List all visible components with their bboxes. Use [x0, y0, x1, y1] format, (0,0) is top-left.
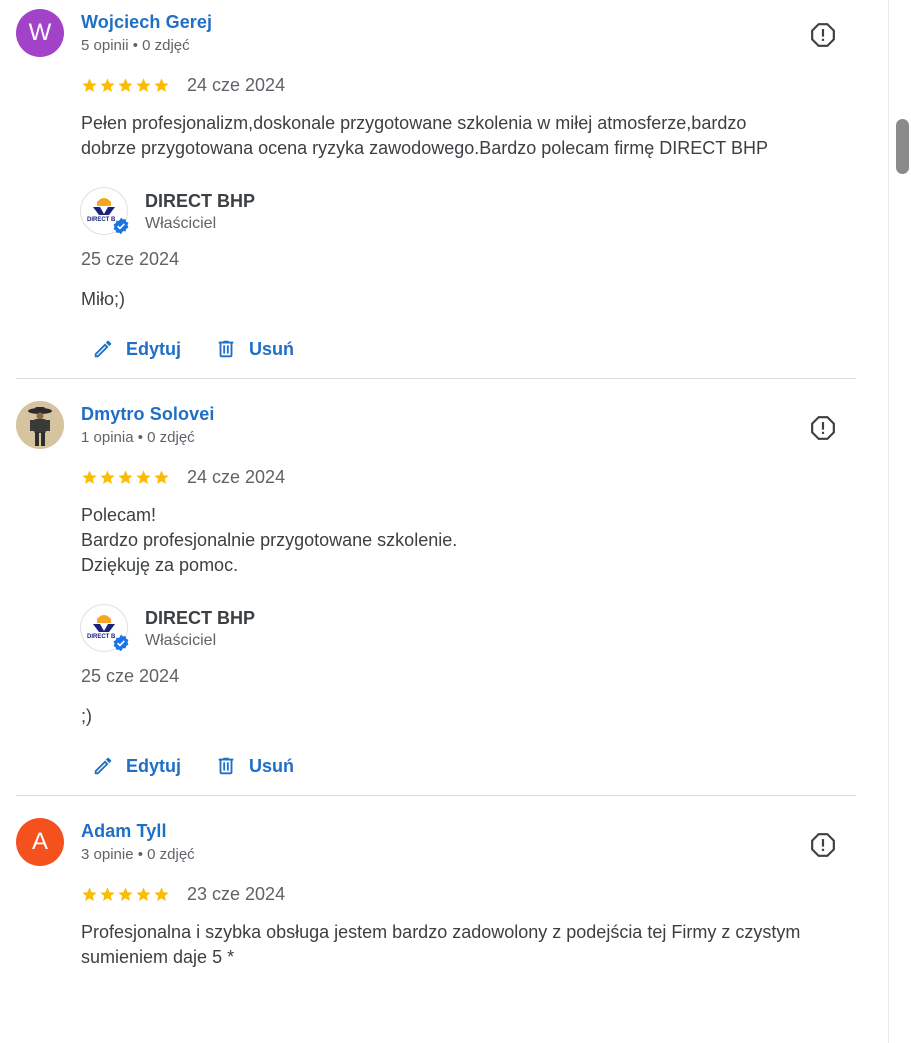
star-rating	[81, 77, 170, 94]
review-date: 24 cze 2024	[187, 74, 286, 95]
review-text-line: Dziękuję za pomoc.	[81, 555, 239, 575]
report-icon[interactable]	[810, 415, 836, 441]
reviewer-info: Adam Tyll 3 opinie • 0 zdjęć	[81, 820, 195, 864]
reviewer-meta: 1 opinia • 0 zdjęć	[81, 429, 195, 446]
verified-badge-icon	[113, 634, 129, 652]
trash-icon	[218, 757, 234, 775]
review-card: A Adam Tyll 3 opinie • 0 zdjęć 23 cze 20…	[16, 796, 856, 986]
star-icon	[154, 77, 169, 92]
review-header: A Adam Tyll 3 opinie • 0 zdjęć	[16, 818, 856, 868]
star-icon	[118, 469, 133, 484]
star-icon	[154, 886, 169, 901]
reviews-list: W Wojciech Gerej 5 opinii • 0 zdjęć 24 c…	[0, 0, 888, 986]
reply-date: 25 cze 2024	[81, 249, 180, 269]
report-icon[interactable]	[810, 22, 836, 48]
edit-button[interactable]: Edytuj	[92, 338, 181, 360]
review-text: Pełen profesjonalizm,doskonale przygotow…	[81, 111, 851, 161]
reply-text: Miło;)	[81, 289, 125, 309]
reply-actions: Edytuj Usuń	[92, 336, 856, 362]
owner-name: DIRECT BHP	[145, 608, 256, 628]
verified-badge-icon	[113, 217, 129, 235]
edit-label: Edytuj	[126, 338, 182, 359]
star-icon	[136, 469, 151, 484]
rating-row: 24 cze 2024	[81, 465, 856, 489]
review-text: Profesjonalna i szybka obsługa jestem ba…	[81, 920, 851, 970]
avatar-photo	[16, 401, 64, 449]
star-icon	[118, 77, 133, 92]
scrollbar-thumb[interactable]	[896, 119, 909, 174]
rating-row: 23 cze 2024	[81, 882, 856, 906]
review-header: W Wojciech Gerej 5 opinii • 0 zdjęć	[16, 9, 856, 59]
owner-logo: DIRECT B	[80, 604, 129, 652]
star-icon	[82, 469, 97, 484]
owner-name: DIRECT BHP	[145, 191, 256, 211]
star-icon	[100, 469, 115, 484]
pencil-icon	[94, 757, 112, 775]
review-text-line: Profesjonalna i szybka obsługa jestem ba…	[81, 922, 801, 942]
star-rating	[81, 469, 170, 486]
report-icon[interactable]	[810, 832, 836, 858]
avatar[interactable]	[16, 401, 64, 449]
review-text-line: Polecam!	[81, 505, 157, 525]
reviewer-name[interactable]: Wojciech Gerej	[81, 11, 212, 33]
owner-info: DIRECT BHP Właściciel	[145, 190, 255, 233]
delete-button[interactable]: Usuń	[215, 338, 294, 360]
reply-text: ;)	[81, 706, 92, 726]
owner-logo: DIRECT B	[80, 187, 129, 235]
edit-label: Edytuj	[126, 755, 182, 776]
reviewer-meta: 3 opinie • 0 zdjęć	[81, 846, 195, 863]
reviewer-name[interactable]: Adam Tyll	[81, 820, 195, 842]
reply-date: 25 cze 2024	[81, 666, 180, 686]
star-icon	[100, 886, 115, 901]
review-card: W Wojciech Gerej 5 opinii • 0 zdjęć 24 c…	[16, 0, 856, 379]
pencil-icon	[94, 340, 112, 358]
star-icon	[100, 77, 115, 92]
review-text-line: Pełen profesjonalizm,doskonale przygotow…	[81, 113, 747, 133]
reviews-page: W Wojciech Gerej 5 opinii • 0 zdjęć 24 c…	[0, 0, 911, 1043]
owner-info: DIRECT BHP Właściciel	[145, 607, 255, 650]
reviewer-name[interactable]: Dmytro Solovei	[81, 403, 214, 425]
review-header: Dmytro Solovei 1 opinia • 0 zdjęć	[16, 401, 856, 451]
owner-role: Właściciel	[145, 215, 217, 232]
scrollbar-track[interactable]	[888, 0, 911, 1043]
star-rating	[81, 886, 170, 903]
review-date: 23 cze 2024	[187, 883, 286, 904]
reviewer-info: Wojciech Gerej 5 opinii • 0 zdjęć	[81, 11, 212, 55]
review-card: Dmytro Solovei 1 opinia • 0 zdjęć 24 cze…	[16, 379, 856, 796]
review-date: 24 cze 2024	[187, 466, 286, 487]
review-text-line: Bardzo profesjonalnie przygotowane szkol…	[81, 530, 458, 550]
reviewer-info: Dmytro Solovei 1 opinia • 0 zdjęć	[81, 403, 214, 447]
delete-label: Usuń	[249, 755, 295, 776]
star-icon	[154, 469, 169, 484]
delete-button[interactable]: Usuń	[215, 755, 294, 777]
star-icon	[82, 886, 97, 901]
star-icon	[136, 886, 151, 901]
star-icon	[118, 886, 133, 901]
review-text-line: sumieniem daje 5 *	[81, 947, 235, 967]
edit-button[interactable]: Edytuj	[92, 755, 181, 777]
reply-actions: Edytuj Usuń	[92, 753, 856, 779]
review-text: Polecam! Bardzo profesjonalnie przygotow…	[81, 503, 851, 578]
star-icon	[82, 77, 97, 92]
trash-icon	[218, 340, 234, 358]
rating-row: 24 cze 2024	[81, 73, 856, 97]
avatar[interactable]: A	[16, 818, 64, 866]
reviewer-meta: 5 opinii • 0 zdjęć	[81, 37, 190, 54]
owner-reply-header: DIRECT B DIRECT BHP Właściciel	[80, 187, 856, 235]
owner-role: Właściciel	[145, 632, 217, 649]
owner-reply-header: DIRECT B DIRECT BHP Właściciel	[80, 604, 856, 652]
delete-label: Usuń	[249, 338, 295, 359]
avatar[interactable]: W	[16, 9, 64, 57]
star-icon	[136, 77, 151, 92]
review-text-line: dobrze przygotowana ocena ryzyka zawodow…	[81, 138, 768, 158]
